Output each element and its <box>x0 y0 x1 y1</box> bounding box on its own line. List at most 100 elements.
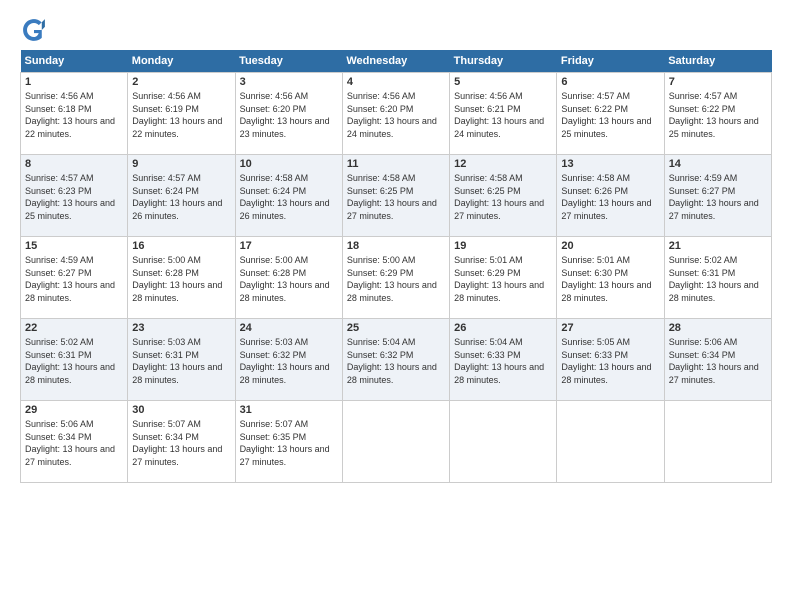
day-number: 17 <box>240 240 338 252</box>
week-row-2: 8 Sunrise: 4:57 AMSunset: 6:23 PMDaylight… <box>21 155 772 237</box>
day-info: Sunrise: 4:56 AMSunset: 6:20 PMDaylight:… <box>347 90 445 140</box>
day-cell-5: 5 Sunrise: 4:56 AMSunset: 6:21 PMDaylight… <box>450 73 557 155</box>
day-number: 23 <box>132 322 230 334</box>
day-info: Sunrise: 4:56 AMSunset: 6:20 PMDaylight:… <box>240 90 338 140</box>
day-cell-2: 2 Sunrise: 4:56 AMSunset: 6:19 PMDaylight… <box>128 73 235 155</box>
day-info: Sunrise: 4:57 AMSunset: 6:23 PMDaylight:… <box>25 172 123 222</box>
day-cell-19: 19Sunrise: 5:01 AMSunset: 6:29 PMDayligh… <box>450 237 557 319</box>
day-info: Sunrise: 5:04 AMSunset: 6:33 PMDaylight:… <box>454 336 552 386</box>
day-number: 1 <box>25 76 123 88</box>
day-info: Sunrise: 5:07 AMSunset: 6:35 PMDaylight:… <box>240 418 338 468</box>
day-number: 8 <box>25 158 123 170</box>
day-info: Sunrise: 5:00 AMSunset: 6:29 PMDaylight:… <box>347 254 445 304</box>
day-number: 4 <box>347 76 445 88</box>
day-info: Sunrise: 4:57 AMSunset: 6:24 PMDaylight:… <box>132 172 230 222</box>
day-cell-9: 9 Sunrise: 4:57 AMSunset: 6:24 PMDaylight… <box>128 155 235 237</box>
day-cell-20: 20 Sunrise: 5:01 AMSunset: 6:30 PMDayligh… <box>557 237 664 319</box>
day-info: Sunrise: 5:04 AMSunset: 6:32 PMDaylight:… <box>347 336 445 386</box>
calendar-header-row: SundayMondayTuesdayWednesdayThursdayFrid… <box>21 50 772 73</box>
logo-icon <box>20 16 48 44</box>
day-number: 20 <box>561 240 659 252</box>
day-info: Sunrise: 4:59 AMSunset: 6:27 PMDaylight:… <box>669 172 767 222</box>
day-info: Sunrise: 5:05 AMSunset: 6:33 PMDaylight:… <box>561 336 659 386</box>
day-info: Sunrise: 4:57 AMSunset: 6:22 PMDaylight:… <box>561 90 659 140</box>
col-header-tuesday: Tuesday <box>235 50 342 73</box>
day-cell-1: 1 Sunrise: 4:56 AMSunset: 6:18 PMDaylight… <box>21 73 128 155</box>
day-cell-12: 12Sunrise: 4:58 AMSunset: 6:25 PMDayligh… <box>450 155 557 237</box>
day-cell-26: 26 Sunrise: 5:04 AMSunset: 6:33 PMDayligh… <box>450 319 557 401</box>
day-cell-3: 3Sunrise: 4:56 AMSunset: 6:20 PMDaylight… <box>235 73 342 155</box>
week-row-4: 22Sunrise: 5:02 AMSunset: 6:31 PMDayligh… <box>21 319 772 401</box>
day-cell-28: 28 Sunrise: 5:06 AMSunset: 6:34 PMDayligh… <box>664 319 771 401</box>
page: SundayMondayTuesdayWednesdayThursdayFrid… <box>0 0 792 612</box>
day-number: 27 <box>561 322 659 334</box>
day-cell-30: 30 Sunrise: 5:07 AMSunset: 6:34 PMDayligh… <box>128 401 235 483</box>
day-info: Sunrise: 5:03 AMSunset: 6:32 PMDaylight:… <box>240 336 338 386</box>
day-number: 13 <box>561 158 659 170</box>
day-cell-11: 11Sunrise: 4:58 AMSunset: 6:25 PMDayligh… <box>342 155 449 237</box>
logo <box>20 16 52 44</box>
day-info: Sunrise: 5:01 AMSunset: 6:30 PMDaylight:… <box>561 254 659 304</box>
day-number: 21 <box>669 240 767 252</box>
day-number: 2 <box>132 76 230 88</box>
day-info: Sunrise: 5:03 AMSunset: 6:31 PMDaylight:… <box>132 336 230 386</box>
day-number: 31 <box>240 404 338 416</box>
day-cell-4: 4 Sunrise: 4:56 AMSunset: 6:20 PMDaylight… <box>342 73 449 155</box>
day-cell-25: 25 Sunrise: 5:04 AMSunset: 6:32 PMDayligh… <box>342 319 449 401</box>
day-number: 30 <box>132 404 230 416</box>
col-header-saturday: Saturday <box>664 50 771 73</box>
day-info: Sunrise: 5:00 AMSunset: 6:28 PMDaylight:… <box>132 254 230 304</box>
day-number: 25 <box>347 322 445 334</box>
day-cell-13: 13 Sunrise: 4:58 AMSunset: 6:26 PMDayligh… <box>557 155 664 237</box>
day-number: 11 <box>347 158 445 170</box>
day-number: 22 <box>25 322 123 334</box>
day-number: 28 <box>669 322 767 334</box>
day-cell-8: 8 Sunrise: 4:57 AMSunset: 6:23 PMDaylight… <box>21 155 128 237</box>
day-number: 10 <box>240 158 338 170</box>
col-header-thursday: Thursday <box>450 50 557 73</box>
day-cell-31: 31 Sunrise: 5:07 AMSunset: 6:35 PMDayligh… <box>235 401 342 483</box>
day-cell-18: 18 Sunrise: 5:00 AMSunset: 6:29 PMDayligh… <box>342 237 449 319</box>
day-cell-6: 6Sunrise: 4:57 AMSunset: 6:22 PMDaylight… <box>557 73 664 155</box>
day-number: 7 <box>669 76 767 88</box>
day-info: Sunrise: 4:57 AMSunset: 6:22 PMDaylight:… <box>669 90 767 140</box>
day-cell-21: 21 Sunrise: 5:02 AMSunset: 6:31 PMDayligh… <box>664 237 771 319</box>
day-info: Sunrise: 5:06 AMSunset: 6:34 PMDaylight:… <box>669 336 767 386</box>
col-header-wednesday: Wednesday <box>342 50 449 73</box>
day-number: 18 <box>347 240 445 252</box>
day-cell-14: 14 Sunrise: 4:59 AMSunset: 6:27 PMDayligh… <box>664 155 771 237</box>
header <box>20 16 772 44</box>
empty-cell <box>557 401 664 483</box>
day-info: Sunrise: 5:06 AMSunset: 6:34 PMDaylight:… <box>25 418 123 468</box>
day-number: 5 <box>454 76 552 88</box>
week-row-1: 1 Sunrise: 4:56 AMSunset: 6:18 PMDaylight… <box>21 73 772 155</box>
day-cell-16: 16 Sunrise: 5:00 AMSunset: 6:28 PMDayligh… <box>128 237 235 319</box>
day-info: Sunrise: 4:56 AMSunset: 6:18 PMDaylight:… <box>25 90 123 140</box>
day-info: Sunrise: 4:59 AMSunset: 6:27 PMDaylight:… <box>25 254 123 304</box>
week-row-3: 15 Sunrise: 4:59 AMSunset: 6:27 PMDayligh… <box>21 237 772 319</box>
empty-cell <box>342 401 449 483</box>
day-number: 14 <box>669 158 767 170</box>
day-info: Sunrise: 5:02 AMSunset: 6:31 PMDaylight:… <box>669 254 767 304</box>
calendar-table: SundayMondayTuesdayWednesdayThursdayFrid… <box>20 50 772 483</box>
day-number: 12 <box>454 158 552 170</box>
week-row-5: 29Sunrise: 5:06 AMSunset: 6:34 PMDayligh… <box>21 401 772 483</box>
col-header-sunday: Sunday <box>21 50 128 73</box>
day-number: 16 <box>132 240 230 252</box>
day-number: 9 <box>132 158 230 170</box>
day-cell-27: 27 Sunrise: 5:05 AMSunset: 6:33 PMDayligh… <box>557 319 664 401</box>
day-info: Sunrise: 5:01 AMSunset: 6:29 PMDaylight:… <box>454 254 552 304</box>
empty-cell <box>450 401 557 483</box>
day-number: 15 <box>25 240 123 252</box>
day-info: Sunrise: 4:56 AMSunset: 6:21 PMDaylight:… <box>454 90 552 140</box>
day-cell-15: 15 Sunrise: 4:59 AMSunset: 6:27 PMDayligh… <box>21 237 128 319</box>
day-number: 26 <box>454 322 552 334</box>
day-info: Sunrise: 5:00 AMSunset: 6:28 PMDaylight:… <box>240 254 338 304</box>
day-cell-24: 24 Sunrise: 5:03 AMSunset: 6:32 PMDayligh… <box>235 319 342 401</box>
col-header-friday: Friday <box>557 50 664 73</box>
day-number: 24 <box>240 322 338 334</box>
day-info: Sunrise: 4:56 AMSunset: 6:19 PMDaylight:… <box>132 90 230 140</box>
col-header-monday: Monday <box>128 50 235 73</box>
day-info: Sunrise: 4:58 AMSunset: 6:26 PMDaylight:… <box>561 172 659 222</box>
day-info: Sunrise: 5:07 AMSunset: 6:34 PMDaylight:… <box>132 418 230 468</box>
